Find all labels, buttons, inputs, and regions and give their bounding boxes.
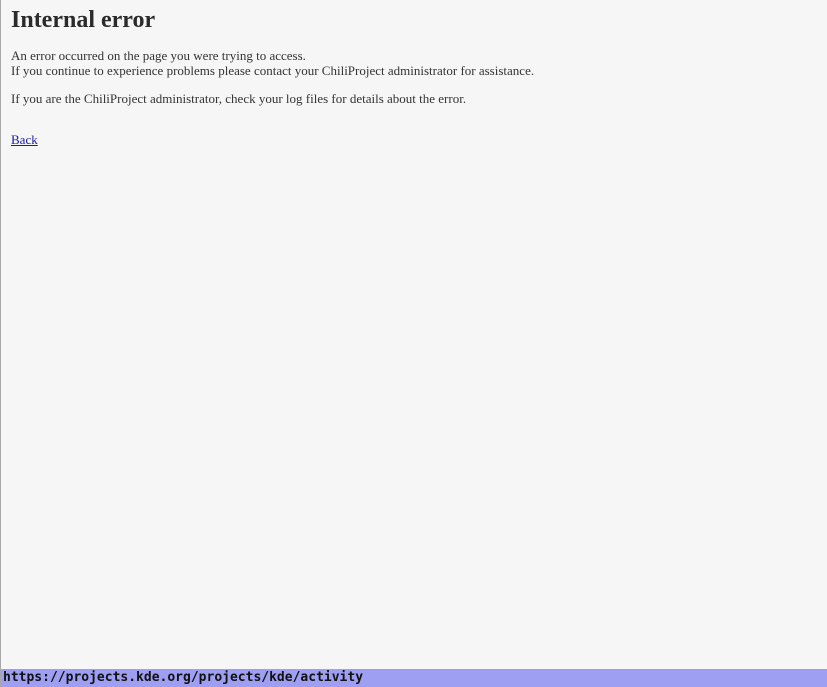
page-title: Internal error bbox=[11, 7, 156, 33]
admin-note: If you are the ChiliProject administrato… bbox=[11, 91, 467, 106]
back-link[interactable]: Back bbox=[11, 132, 38, 147]
status-bar: https://projects.kde.org/projects/kde/ac… bbox=[1, 669, 827, 687]
error-message-line: If you continue to experience problems p… bbox=[11, 63, 535, 78]
page: Internal error An error occurred on the … bbox=[0, 0, 827, 687]
error-message: An error occurred on the page you were t… bbox=[11, 48, 817, 78]
error-message-line: An error occurred on the page you were t… bbox=[11, 48, 306, 63]
status-url: https://projects.kde.org/projects/kde/ac… bbox=[3, 670, 364, 685]
error-content: Internal error An error occurred on the … bbox=[11, 6, 817, 148]
